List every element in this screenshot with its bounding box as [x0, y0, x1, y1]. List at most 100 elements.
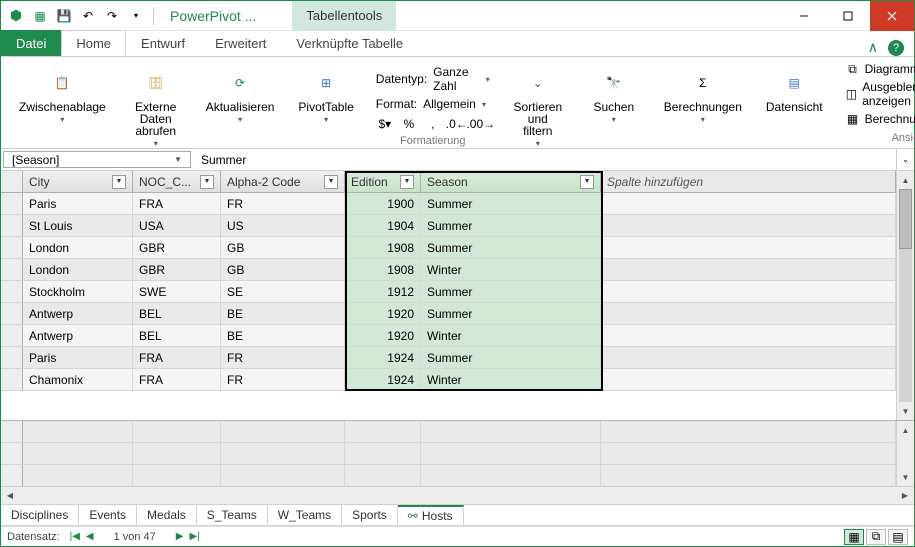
refresh-button[interactable]: ⟳ Aktualisieren ▾	[202, 61, 279, 126]
tab-linked-table[interactable]: Verknüpfte Tabelle	[281, 30, 418, 56]
row-header[interactable]	[1, 369, 23, 390]
row-header[interactable]	[1, 215, 23, 236]
cell-alpha2[interactable]: FR	[221, 193, 345, 214]
collapse-ribbon-icon[interactable]: ∧	[868, 39, 878, 56]
cell-season[interactable]: Summer	[421, 193, 601, 214]
row-header[interactable]	[1, 237, 23, 258]
sheet-tab-sports[interactable]: Sports	[342, 505, 398, 525]
table-row[interactable]: ParisFRAFR1900Summer	[1, 193, 896, 215]
table-row[interactable]: St LouisUSAUS1904Summer	[1, 215, 896, 237]
cell-alpha2[interactable]: GB	[221, 237, 345, 258]
table-row[interactable]: LondonGBRGB1908Winter	[1, 259, 896, 281]
decrease-decimal-icon[interactable]: .00→	[472, 115, 490, 133]
calc-vertical-scrollbar[interactable]: ▲▼	[896, 421, 914, 486]
cell-alpha2[interactable]: US	[221, 215, 345, 236]
cell-edition[interactable]: 1908	[345, 237, 421, 258]
format-selector[interactable]: Format: Allgemein ▾	[376, 95, 486, 113]
cell-add[interactable]	[601, 215, 896, 236]
calc-area-toggle-icon[interactable]: ▤	[888, 529, 908, 545]
cell-season[interactable]: Summer	[421, 303, 601, 324]
sheet-tab-events[interactable]: Events	[79, 505, 137, 525]
cell-alpha2[interactable]: SE	[221, 281, 345, 302]
tab-design[interactable]: Entwurf	[126, 30, 200, 56]
cell-city[interactable]: Paris	[23, 347, 133, 368]
cell-city[interactable]: St Louis	[23, 215, 133, 236]
cell-season[interactable]: Winter	[421, 369, 601, 390]
table-row[interactable]: LondonGBRGB1908Summer	[1, 237, 896, 259]
select-all-corner[interactable]	[1, 171, 23, 192]
filter-icon[interactable]: ▼	[112, 175, 126, 189]
sheet-tab-w_teams[interactable]: W_Teams	[268, 505, 342, 525]
cell-edition[interactable]: 1900	[345, 193, 421, 214]
maximize-button[interactable]	[826, 1, 870, 31]
cell-alpha2[interactable]: FR	[221, 347, 345, 368]
grid-view-icon[interactable]: ▦	[844, 529, 864, 545]
excel-icon[interactable]: ▦	[29, 5, 51, 27]
cell-season[interactable]: Summer	[421, 237, 601, 258]
table-row[interactable]: AntwerpBELBE1920Winter	[1, 325, 896, 347]
scroll-thumb[interactable]	[899, 189, 912, 249]
sheet-tab-s_teams[interactable]: S_Teams	[197, 505, 268, 525]
filter-icon[interactable]: ▼	[324, 175, 338, 189]
filter-icon[interactable]: ▼	[400, 175, 414, 189]
cell-alpha2[interactable]: GB	[221, 259, 345, 280]
minimize-button[interactable]	[782, 1, 826, 31]
cell-noc[interactable]: BEL	[133, 303, 221, 324]
close-button[interactable]	[870, 1, 914, 31]
tab-file[interactable]: Datei	[1, 30, 61, 56]
cell-add[interactable]	[601, 259, 896, 280]
cell-city[interactable]: Paris	[23, 193, 133, 214]
cell-add[interactable]	[601, 325, 896, 346]
row-header[interactable]	[1, 303, 23, 324]
cell-alpha2[interactable]: FR	[221, 369, 345, 390]
sheet-tab-hosts[interactable]: ⚯Hosts	[398, 505, 464, 525]
row-header[interactable]	[1, 259, 23, 280]
get-external-data-button[interactable]: 🗄 Externe Daten abrufen ▾	[126, 61, 186, 150]
cell-city[interactable]: Antwerp	[23, 325, 133, 346]
qat-dropdown-icon[interactable]: ▾	[125, 5, 147, 27]
cell-season[interactable]: Winter	[421, 325, 601, 346]
formula-input[interactable]: Summer	[193, 149, 896, 170]
col-header-season[interactable]: Season▼	[421, 171, 601, 192]
vertical-scrollbar[interactable]: ▲ ▼	[896, 171, 914, 420]
cell-edition[interactable]: 1924	[345, 347, 421, 368]
filter-icon[interactable]: ▼	[200, 175, 214, 189]
cell-noc[interactable]: FRA	[133, 193, 221, 214]
next-record-icon[interactable]: ▶	[176, 531, 184, 542]
col-header-edition[interactable]: Edition▼	[345, 171, 421, 192]
cell-add[interactable]	[601, 347, 896, 368]
cell-season[interactable]: Winter	[421, 259, 601, 280]
datatype-selector[interactable]: Datentyp: Ganze Zahl ▾	[376, 63, 490, 95]
cell-edition[interactable]: 1908	[345, 259, 421, 280]
context-tab-label[interactable]: Tabellentools	[292, 1, 396, 31]
cell-noc[interactable]: FRA	[133, 369, 221, 390]
cell-season[interactable]: Summer	[421, 215, 601, 236]
cell-add[interactable]	[601, 193, 896, 214]
formula-expand-icon[interactable]: ⌄	[896, 149, 914, 170]
first-record-icon[interactable]: |◀	[70, 531, 80, 542]
cell-noc[interactable]: BEL	[133, 325, 221, 346]
prev-record-icon[interactable]: ◀	[86, 531, 94, 542]
sheet-tab-disciplines[interactable]: Disciplines	[1, 505, 79, 525]
col-header-noc[interactable]: NOC_C...▼	[133, 171, 221, 192]
increase-decimal-icon[interactable]: .0←	[448, 115, 466, 133]
sort-filter-button[interactable]: ⌄ Sortieren und filtern ▾	[508, 61, 568, 150]
row-header[interactable]	[1, 325, 23, 346]
find-button[interactable]: 🔭 Suchen ▾	[584, 61, 644, 126]
cell-alpha2[interactable]: BE	[221, 325, 345, 346]
cell-noc[interactable]: SWE	[133, 281, 221, 302]
cell-add[interactable]	[601, 303, 896, 324]
tab-home[interactable]: Home	[61, 30, 126, 56]
cell-season[interactable]: Summer	[421, 281, 601, 302]
cell-edition[interactable]: 1904	[345, 215, 421, 236]
cell-edition[interactable]: 1924	[345, 369, 421, 390]
save-icon[interactable]: 💾	[53, 5, 75, 27]
show-hidden-button[interactable]: ◫Ausgeblendete anzeigen	[841, 78, 915, 110]
calc-area-button[interactable]: ▦Berechnungsbereich	[841, 110, 915, 128]
cell-add[interactable]	[601, 369, 896, 390]
add-column-header[interactable]: Spalte hinzufügen	[601, 171, 896, 192]
cell-edition[interactable]: 1912	[345, 281, 421, 302]
col-header-alpha2[interactable]: Alpha-2 Code▼	[221, 171, 345, 192]
cell-city[interactable]: Stockholm	[23, 281, 133, 302]
cell-noc[interactable]: FRA	[133, 347, 221, 368]
